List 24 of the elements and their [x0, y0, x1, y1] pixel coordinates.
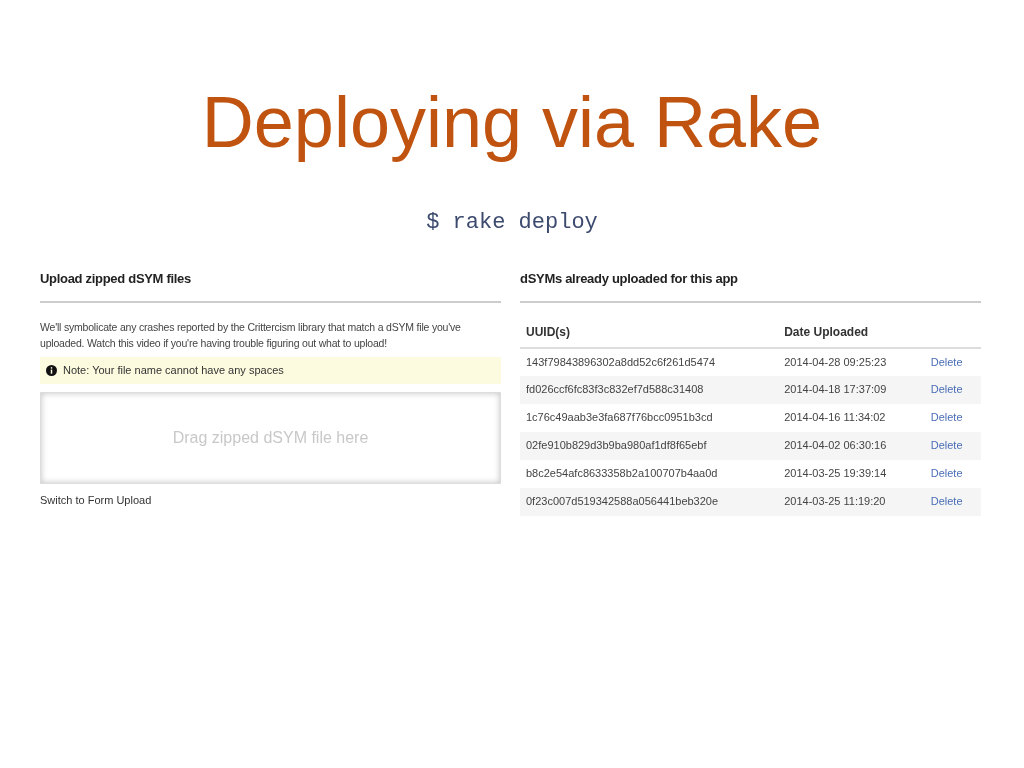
panel-heading: Upload zipped dSYM files [40, 259, 501, 303]
date-cell: 2014-04-28 09:25:23 [784, 355, 887, 368]
uuid-cell: 0f23c007d519342588a056441beb320e [526, 495, 719, 508]
date-cell: 2014-04-18 17:37:09 [784, 383, 887, 396]
command-text: $ rake deploy [425, 209, 599, 237]
date-cell: 2014-04-02 06:30:16 [784, 439, 887, 452]
delete-link[interactable]: Delete [930, 411, 963, 424]
date-cell: 2014-03-25 19:39:14 [784, 467, 887, 480]
delete-link[interactable]: Delete [930, 355, 963, 368]
panel-heading: dSYMs already uploaded for this app [520, 259, 981, 303]
column-header: Date Uploaded [778, 316, 925, 348]
description-text: We'll symbolicate any crashes reported by the Crittercism library that match a dSYM file you've uploaded. Watch this video if you're having trouble figuring out what to upload! [40, 319, 462, 351]
uuid-cell: 02fe910b829d3b9ba980af1df8f65ebf [526, 439, 707, 452]
uuid-cell: fd026ccf6fc83f3c832ef7d588c31408 [526, 383, 704, 396]
info-icon [46, 364, 57, 376]
uuid-cell: 143f79843896302a8dd52c6f261d5474 [526, 355, 716, 368]
switch-upload-link[interactable]: Switch to Form Upload [40, 491, 152, 509]
date-cell: 2014-04-16 11:34:02 [784, 411, 886, 424]
delete-link[interactable]: Delete [930, 467, 963, 480]
note-text: Note: Your file name cannot have any spaces [63, 363, 284, 379]
column-header: UUID(s) [520, 316, 779, 348]
uuid-cell: b8c2e54afc8633358b2a100707b4aa0d [526, 467, 718, 480]
date-cell: 2014-03-25 11:19:20 [784, 495, 886, 508]
uuid-cell: 1c76c49aab3e3fa687f76bcc0951b3cd [526, 411, 713, 424]
